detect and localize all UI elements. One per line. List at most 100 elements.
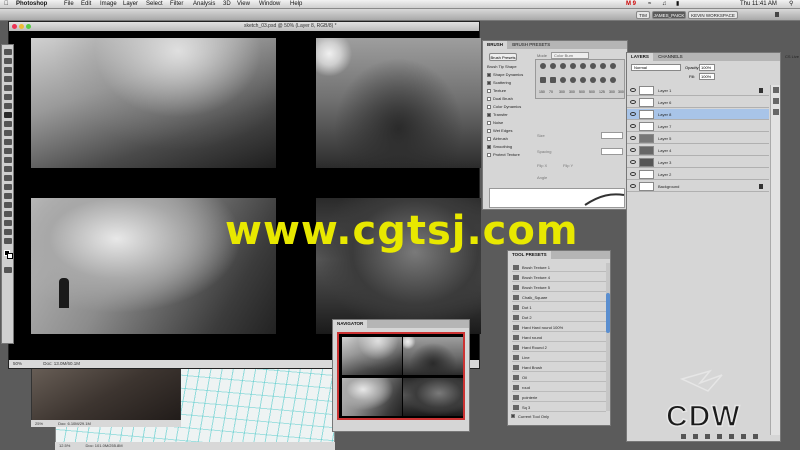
brush-option[interactable]: Dual Brush: [487, 96, 513, 101]
minimize-icon[interactable]: [19, 24, 24, 29]
close-icon[interactable]: [12, 24, 17, 29]
clock[interactable]: Thu 11:41 AM: [740, 0, 777, 9]
navigator-view-box[interactable]: [337, 332, 465, 420]
status-m-icon[interactable]: M 9: [626, 0, 636, 9]
3d-camera-tool-icon[interactable]: [4, 220, 12, 226]
tool-preset-item[interactable]: Brush Texture 1: [512, 263, 606, 272]
checkbox-checked[interactable]: [487, 80, 491, 85]
brush-option[interactable]: Scattering: [487, 80, 511, 85]
tool-preset-item[interactable]: Line: [512, 353, 606, 362]
crop-tool-icon[interactable]: [4, 85, 12, 91]
workspace-james-paick[interactable]: JAMES_PAICK: [652, 11, 686, 19]
spotlight-icon[interactable]: ⚲: [789, 0, 793, 9]
zoom-level[interactable]: 25%: [35, 421, 43, 426]
document-title-bar[interactable]: sketch_03.psd @ 50% (Layer 8, RGB/8) *: [9, 22, 479, 31]
zoom-icon[interactable]: [26, 24, 31, 29]
layer-row[interactable]: Layer 2: [627, 169, 769, 180]
zoom-level[interactable]: 50%: [13, 361, 22, 366]
current-tool-only-toggle[interactable]: Current Tool Only: [511, 414, 549, 419]
tool-preset-item[interactable]: Brush Texture 5: [512, 283, 606, 292]
checkbox-checked[interactable]: [487, 72, 491, 77]
menu-layer[interactable]: Layer: [123, 0, 138, 9]
sketch-canyon-cliff[interactable]: [31, 38, 276, 168]
tool-preset-item[interactable]: Hard Brush: [512, 363, 606, 372]
zoom-tool-icon[interactable]: [4, 238, 12, 244]
layer-row[interactable]: Layer 6: [627, 97, 769, 108]
menu-select[interactable]: Select: [146, 0, 163, 9]
layer-row[interactable]: Layer 1: [627, 85, 769, 96]
zoom-level[interactable]: 12.5%: [59, 443, 70, 448]
brush-tip-icon[interactable]: [610, 63, 616, 69]
path-select-tool-icon[interactable]: [4, 193, 12, 199]
eraser-tool-icon[interactable]: [4, 139, 12, 145]
adjustments-icon[interactable]: [773, 87, 779, 93]
tool-preset-item[interactable]: Brush Texture 4: [512, 273, 606, 282]
shape-tool-icon[interactable]: [4, 202, 12, 208]
brush-option[interactable]: Transfer: [487, 112, 508, 117]
3d-rotate-tool-icon[interactable]: [4, 211, 12, 217]
menu-help[interactable]: Help: [290, 0, 302, 9]
brush-tip-icon[interactable]: [610, 77, 616, 83]
tool-preset-item[interactable]: roud: [512, 383, 606, 392]
adjustment-layer-icon[interactable]: [717, 434, 722, 439]
brush-option[interactable]: Protect Texture: [487, 152, 520, 157]
brush-option-tip-shape[interactable]: Brush Tip Shape: [487, 64, 517, 69]
move-tool-icon[interactable]: [4, 49, 12, 55]
brush-option[interactable]: Texture: [487, 88, 506, 93]
brush-tip-icon[interactable]: [570, 63, 576, 69]
menu-image[interactable]: Image: [100, 0, 117, 9]
masks-icon[interactable]: [773, 98, 779, 104]
tool-preset-item[interactable]: Dot 1: [512, 303, 606, 312]
tool-preset-item[interactable]: Dot 2: [512, 313, 606, 322]
brush-tip-icon[interactable]: [590, 77, 596, 83]
flip-x-label[interactable]: Flip X: [537, 163, 547, 168]
new-layer-icon[interactable]: [741, 434, 746, 439]
brush-tip-icon[interactable]: [580, 63, 586, 69]
brush-option[interactable]: Wet Edges: [487, 128, 513, 133]
opacity-field[interactable]: 100%: [699, 64, 715, 71]
menu-edit[interactable]: Edit: [81, 0, 91, 9]
checkbox[interactable]: [487, 152, 491, 157]
brush-tip-icon[interactable]: [550, 63, 556, 69]
type-tool-icon[interactable]: [4, 184, 12, 190]
blur-tool-icon[interactable]: [4, 157, 12, 163]
checkbox-checked[interactable]: [487, 112, 491, 117]
tab-brush[interactable]: BRUSH: [483, 41, 508, 49]
brush-tip-icon[interactable]: [560, 63, 566, 69]
gradient-tool-icon[interactable]: [4, 148, 12, 154]
lasso-tool-icon[interactable]: [4, 67, 12, 73]
eye-icon[interactable]: [630, 148, 636, 152]
brush-tip-icon[interactable]: [570, 77, 576, 83]
menu-app-name[interactable]: Photoshop: [16, 0, 47, 9]
checkbox[interactable]: [487, 120, 491, 125]
brush-tip-icon[interactable]: [590, 63, 596, 69]
eye-icon[interactable]: [630, 136, 636, 140]
brush-option[interactable]: Color Dynamics: [487, 104, 521, 109]
workspace-more-icon[interactable]: [775, 12, 779, 17]
brush-tip-icon[interactable]: [600, 77, 606, 83]
quick-select-tool-icon[interactable]: [4, 76, 12, 82]
eye-icon[interactable]: [630, 184, 636, 188]
link-layers-icon[interactable]: [681, 434, 686, 439]
brush-tip-grid[interactable]: 150 70 300 300 500 500 125 300 300: [535, 59, 625, 99]
layer-row[interactable]: Layer 5: [627, 133, 769, 144]
background-document-sketch[interactable]: [31, 363, 181, 427]
layer-row[interactable]: Layer 4: [627, 145, 769, 156]
clone-stamp-tool-icon[interactable]: [4, 121, 12, 127]
brush-tip-icon[interactable]: [560, 77, 566, 83]
tool-preset-item[interactable]: Chalk_Square: [512, 293, 606, 302]
history-brush-tool-icon[interactable]: [4, 130, 12, 136]
workspace-tim[interactable]: TIM: [636, 11, 650, 19]
checkbox[interactable]: [487, 104, 491, 109]
checkbox[interactable]: [487, 128, 491, 133]
brush-option[interactable]: Noise: [487, 120, 503, 125]
apple-icon[interactable]: : [4, 0, 9, 9]
sketch-moon-arches[interactable]: [316, 38, 481, 168]
healing-tool-icon[interactable]: [4, 103, 12, 109]
tool-preset-item[interactable]: Sq 3: [512, 403, 606, 412]
menu-filter[interactable]: Filter: [170, 0, 183, 9]
eye-icon[interactable]: [630, 112, 636, 116]
menu-3d[interactable]: 3D: [223, 0, 231, 9]
tool-preset-item[interactable]: pointerie: [512, 393, 606, 402]
mode-select[interactable]: Color Burn: [551, 52, 589, 59]
